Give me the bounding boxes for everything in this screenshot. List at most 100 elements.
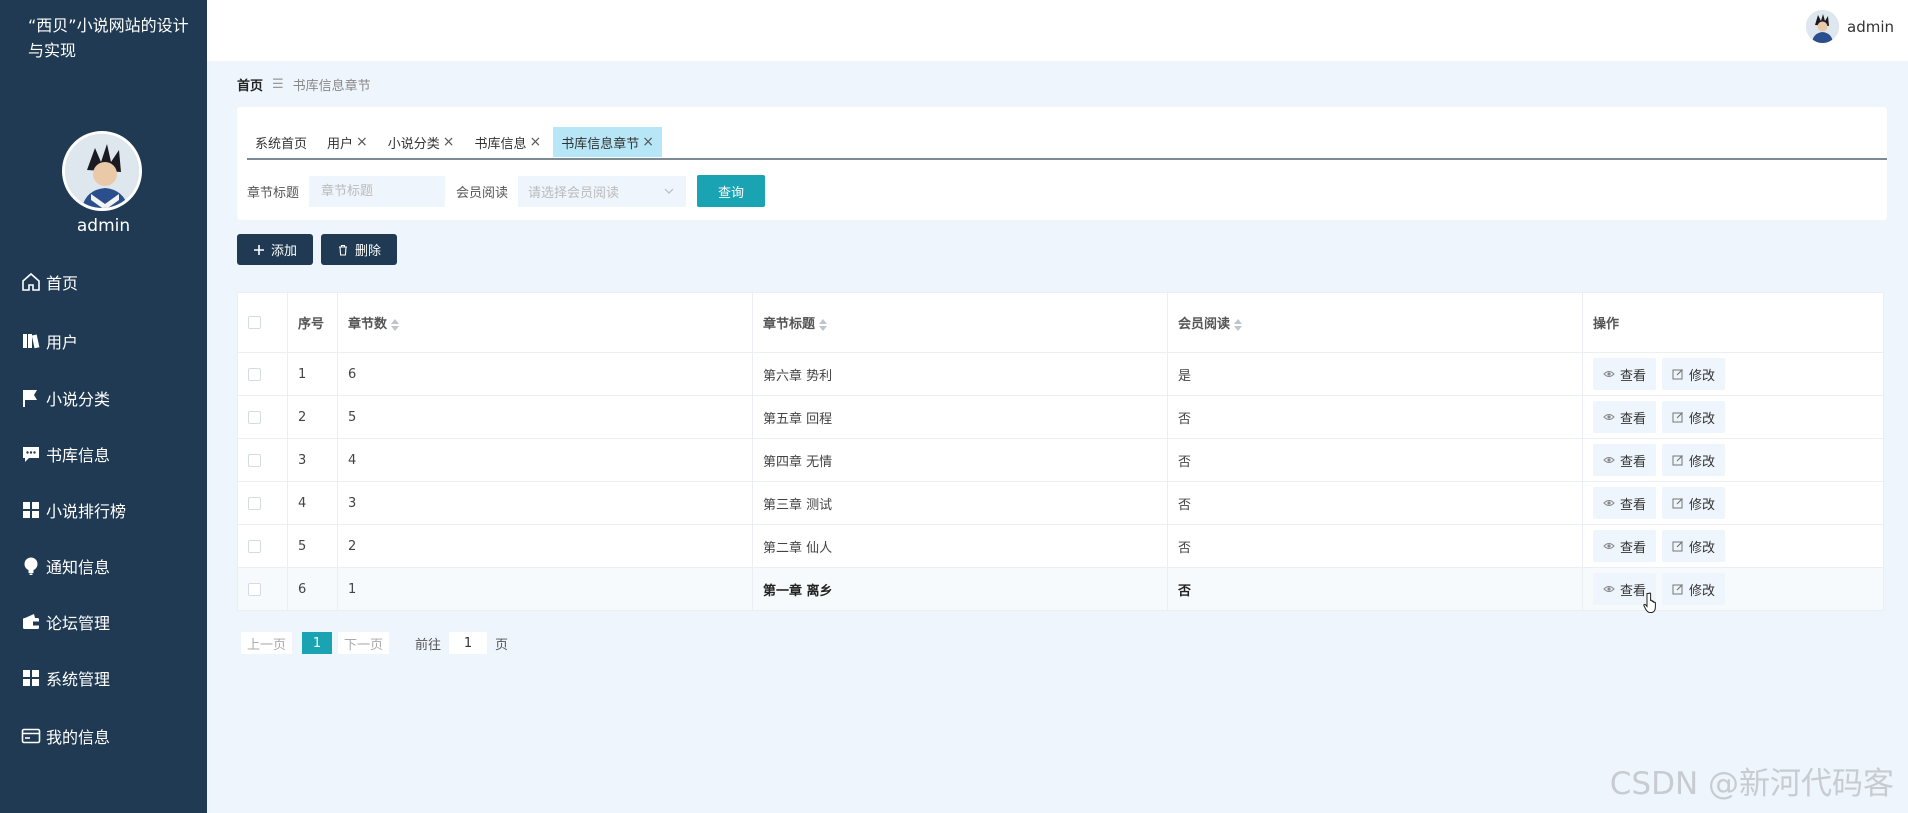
breadcrumb-separator-icon: ☰ bbox=[272, 77, 284, 92]
cell-chapter-title: 第一章 离乡 bbox=[752, 567, 1168, 611]
view-button[interactable]: 查看 bbox=[1593, 444, 1657, 476]
sidebar-item-library[interactable]: 书库信息 bbox=[20, 440, 110, 468]
cell-chapter-num: 2 bbox=[337, 524, 753, 568]
select-all-cell bbox=[237, 292, 288, 353]
chat-bubble-icon bbox=[23, 447, 39, 462]
cell-index: 4 bbox=[287, 481, 338, 525]
edit-button[interactable]: 修改 bbox=[1662, 487, 1726, 519]
cell-operation: 查看 修改 bbox=[1582, 567, 1884, 611]
column-header-label: 章节数 bbox=[348, 317, 388, 332]
breadcrumb-current: 书库信息章节 bbox=[292, 79, 371, 94]
table-row[interactable]: 3 4 第四章 无情否 查看 修改 bbox=[237, 438, 1884, 482]
delete-button-label: 删除 bbox=[354, 244, 381, 259]
edit-button-label: 修改 bbox=[1689, 411, 1716, 427]
sidebar-item-user[interactable]: 用户 bbox=[20, 327, 78, 355]
table-row[interactable]: 2 5 第五章 回程否 查看 修改 bbox=[237, 395, 1884, 439]
goto-label: 前往 bbox=[415, 637, 442, 653]
row-select-cell bbox=[237, 481, 288, 525]
close-icon[interactable]: × bbox=[642, 134, 654, 150]
view-button[interactable]: 查看 bbox=[1593, 487, 1657, 519]
view-button[interactable]: 查看 bbox=[1593, 401, 1657, 433]
user-menu[interactable]: admin bbox=[1806, 10, 1894, 43]
sidebar-item-label: 系统管理 bbox=[46, 670, 111, 689]
tab-library[interactable]: 书库信息 × bbox=[466, 127, 550, 157]
row-select-cell bbox=[237, 395, 288, 439]
close-icon[interactable]: × bbox=[530, 134, 542, 150]
flag-icon bbox=[23, 390, 37, 407]
page-number-current[interactable]: 1 bbox=[302, 632, 333, 654]
sort-icon[interactable] bbox=[391, 318, 400, 331]
avatar[interactable] bbox=[1806, 10, 1839, 43]
sort-icon[interactable] bbox=[819, 318, 828, 331]
column-header-member-read[interactable]: 会员阅读 bbox=[1167, 292, 1583, 353]
select-all-checkbox[interactable] bbox=[248, 316, 261, 329]
edit-button[interactable]: 修改 bbox=[1662, 530, 1726, 562]
delete-button[interactable]: 删除 bbox=[321, 234, 397, 265]
edit-button-label: 修改 bbox=[1689, 497, 1716, 513]
add-button[interactable]: 添加 bbox=[237, 234, 313, 265]
table-row[interactable]: 4 3 第三章 测试否 查看 修改 bbox=[237, 481, 1884, 525]
close-icon[interactable]: × bbox=[443, 134, 455, 150]
cell-index: 3 bbox=[287, 438, 338, 482]
cell-member-read: 否 bbox=[1167, 395, 1583, 439]
row-checkbox[interactable] bbox=[248, 496, 261, 510]
eye-icon bbox=[1603, 371, 1615, 377]
sidebar-item-system[interactable]: 系统管理 bbox=[20, 664, 110, 692]
sidebar-item-label: 首页 bbox=[46, 274, 79, 293]
sidebar-item-home[interactable]: 首页 bbox=[20, 268, 78, 296]
eye-icon bbox=[1603, 414, 1615, 420]
edit-button[interactable]: 修改 bbox=[1662, 358, 1726, 390]
sort-icon[interactable] bbox=[1234, 318, 1243, 331]
query-button[interactable]: 查询 bbox=[697, 175, 766, 207]
edit-button[interactable]: 修改 bbox=[1662, 401, 1726, 433]
close-icon[interactable]: × bbox=[356, 134, 368, 150]
view-button[interactable]: 查看 bbox=[1593, 358, 1657, 390]
tab-library-chapter[interactable]: 书库信息章节 × bbox=[553, 127, 663, 157]
next-page-button[interactable]: 下一页 bbox=[338, 632, 390, 654]
view-button-label: 查看 bbox=[1620, 368, 1647, 384]
chapter-title-label: 章节标题 bbox=[247, 185, 300, 201]
member-read-select[interactable]: 请选择会员阅读 bbox=[518, 175, 687, 207]
sidebar-item-profile[interactable]: 我的信息 bbox=[20, 722, 110, 750]
tab-label: 系统首页 bbox=[255, 136, 308, 152]
row-select-cell bbox=[237, 438, 288, 482]
row-checkbox[interactable] bbox=[248, 539, 261, 553]
hand-cursor-icon bbox=[1643, 592, 1656, 613]
row-checkbox[interactable] bbox=[248, 367, 261, 381]
table-row[interactable]: 6 1 第一章 离乡否查看 修改 bbox=[237, 567, 1884, 611]
cell-operation: 查看 修改 bbox=[1582, 352, 1884, 396]
view-button[interactable]: 查看 bbox=[1593, 530, 1657, 562]
sidebar-item-forum[interactable]: 论坛管理 bbox=[20, 608, 110, 636]
edit-button[interactable]: 修改 bbox=[1662, 444, 1726, 476]
goto-page-input[interactable] bbox=[449, 632, 488, 654]
prev-page-button[interactable]: 上一页 bbox=[241, 632, 293, 654]
edit-button-label: 修改 bbox=[1689, 583, 1716, 599]
user-book-icon bbox=[23, 334, 40, 349]
tab-user[interactable]: 用户 × bbox=[319, 127, 376, 157]
cell-chapter-num: 1 bbox=[337, 567, 753, 611]
sidebar-item-category[interactable]: 小说分类 bbox=[20, 384, 110, 412]
tab-system-home[interactable]: 系统首页 bbox=[247, 127, 316, 157]
edit-button-label: 修改 bbox=[1689, 368, 1716, 384]
column-header-chapter-num[interactable]: 章节数 bbox=[337, 292, 753, 353]
chapter-title-input[interactable] bbox=[309, 175, 446, 207]
sidebar-item-ranking[interactable]: 小说排行榜 bbox=[20, 496, 126, 524]
breadcrumb-home[interactable]: 首页 bbox=[237, 75, 263, 94]
table-row[interactable]: 1 6 第六章 势利是 查看 修改 bbox=[237, 352, 1884, 396]
table-body: 1 6 第六章 势利是查看 修改 2 5 第五章 回程否查看 修改 3 4 第四章 无情否查看 修改 4… bbox=[237, 352, 1884, 611]
member-read-label: 会员阅读 bbox=[456, 185, 509, 201]
chapter-table: 序号 章节数 章节标题 会员阅读 操作 1 6 第六章 势利是查看 修改 2 5 第五章 回… bbox=[237, 292, 1884, 611]
row-checkbox[interactable] bbox=[248, 453, 261, 467]
edit-button[interactable]: 修改 bbox=[1662, 573, 1726, 605]
table-header-row: 序号 章节数 章节标题 会员阅读 操作 bbox=[237, 292, 1884, 353]
row-checkbox[interactable] bbox=[248, 582, 261, 596]
cell-chapter-num: 3 bbox=[337, 481, 753, 525]
column-header-chapter-title[interactable]: 章节标题 bbox=[752, 292, 1168, 353]
site-title: “西贝”小说网站的设计与实现 bbox=[28, 16, 189, 60]
table-row[interactable]: 5 2 第二章 仙人否 查看 修改 bbox=[237, 524, 1884, 568]
sidebar-item-notice[interactable]: 通知信息 bbox=[20, 552, 110, 580]
tab-category[interactable]: 小说分类 × bbox=[379, 127, 463, 157]
avatar[interactable] bbox=[62, 131, 142, 211]
sidebar-item-label: 论坛管理 bbox=[46, 614, 111, 633]
row-checkbox[interactable] bbox=[248, 410, 261, 424]
